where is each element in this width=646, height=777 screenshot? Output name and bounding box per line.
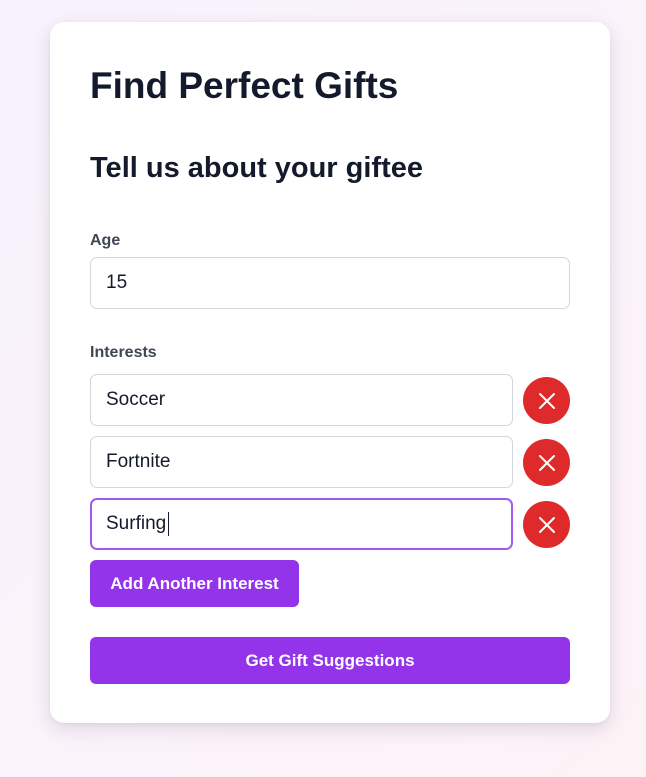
close-icon [538,454,555,471]
interest-input-2[interactable] [90,436,513,488]
age-input[interactable] [90,257,570,309]
section-title: Tell us about your giftee [90,152,423,184]
page-title: Find Perfect Gifts [90,65,399,106]
interests-label: Interests [90,344,157,361]
interest-input-3[interactable] [90,498,513,550]
get-suggestions-button[interactable]: Get Gift Suggestions [90,637,570,684]
add-interest-button[interactable]: Add Another Interest [90,560,299,607]
close-icon [538,392,555,409]
remove-interest-button-3[interactable] [523,501,570,548]
interest-input-1[interactable] [90,374,513,426]
remove-interest-button-1[interactable] [523,377,570,424]
age-label: Age [90,232,121,249]
text-caret [168,512,169,536]
remove-interest-button-2[interactable] [523,439,570,486]
gift-finder-card: Find Perfect Gifts Tell us about your gi… [50,22,610,723]
close-icon [538,516,555,533]
